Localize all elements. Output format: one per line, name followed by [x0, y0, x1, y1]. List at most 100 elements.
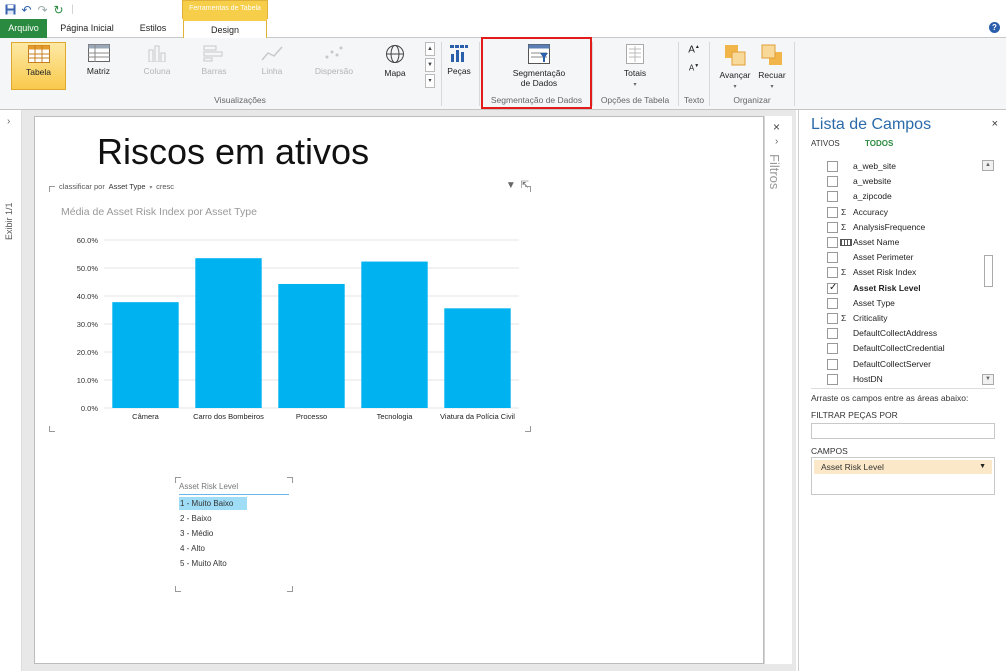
report-canvas[interactable]: Riscos em ativos classificar por Asset T…	[34, 116, 764, 664]
field-checkbox[interactable]	[827, 358, 838, 370]
field-checkbox[interactable]	[827, 176, 838, 188]
filters-pane-collapsed[interactable]: × › Filtros	[764, 116, 792, 664]
field-name[interactable]: Asset Type	[853, 296, 895, 311]
group-separator	[709, 42, 710, 106]
tab-active-fields[interactable]: ATIVOS	[811, 139, 840, 148]
line-chart-button[interactable]: Linha	[246, 42, 298, 90]
field-name[interactable]: DefaultCollectServer	[853, 357, 931, 372]
gallery-up-arrow[interactable]: ▲	[425, 42, 435, 56]
y-tick-label: 0.0%	[81, 404, 98, 413]
view-page-label[interactable]: Exibir 1/1	[4, 202, 14, 240]
send-backward-button[interactable]: Recuar ▾	[754, 42, 790, 90]
bar-chart-button[interactable]: Barras	[188, 42, 240, 90]
field-checkbox[interactable]	[827, 161, 838, 172]
chevron-right-icon[interactable]: ›	[7, 116, 10, 127]
decrease-font-icon[interactable]: A▼	[684, 63, 704, 73]
tiles-button[interactable]: Peças	[444, 42, 474, 90]
scrollbar-thumb[interactable]	[984, 255, 993, 287]
slicer-item[interactable]: 3 - Médio	[179, 527, 213, 540]
dropdown-arrow-icon[interactable]: ▼	[979, 460, 986, 474]
gallery-down-arrow[interactable]: ▼	[425, 58, 435, 72]
tab-design[interactable]: Design	[183, 19, 267, 39]
report-title[interactable]: Riscos em ativos	[97, 131, 369, 173]
tab-styles[interactable]: Estilos	[128, 19, 178, 38]
field-checkbox[interactable]	[827, 191, 838, 203]
bar[interactable]	[195, 258, 262, 408]
line-chart-label: Linha	[261, 66, 283, 76]
matrix-button-label: Matriz	[86, 66, 111, 76]
matrix-button[interactable]: Matriz	[71, 42, 126, 90]
column-chart-visual[interactable]: classificar por Asset Type ▾ cresc ▼ ⇱ M…	[49, 180, 531, 432]
slicer-divider	[179, 494, 289, 495]
bar[interactable]	[361, 261, 428, 408]
undo-icon[interactable]: ↶	[20, 3, 33, 16]
field-name[interactable]: DefaultCollectAddress	[853, 326, 937, 341]
refresh-icon[interactable]: ↻	[52, 3, 65, 16]
field-name[interactable]: Asset Name	[853, 235, 899, 250]
scatter-chart-button[interactable]: Dispersão	[304, 42, 364, 90]
send-backward-label: Recuar	[758, 70, 786, 80]
field-name[interactable]: a_website	[853, 174, 891, 189]
field-name[interactable]: DefaultCollectCredential	[853, 341, 945, 356]
chevron-right-icon[interactable]: ›	[775, 136, 778, 147]
divider	[811, 388, 995, 389]
field-checkbox[interactable]	[827, 267, 838, 279]
tab-home[interactable]: Página Inicial	[52, 19, 122, 38]
column-chart-button[interactable]: Coluna	[131, 42, 183, 90]
report-canvas-area: Riscos em ativos classificar por Asset T…	[22, 110, 796, 671]
slicer-visual[interactable]: Asset Risk Level 1 - Muito Baixo 2 - Bai…	[175, 477, 293, 592]
field-checkbox[interactable]	[827, 282, 838, 294]
increase-font-icon[interactable]: A▲	[684, 44, 704, 55]
field-name[interactable]: HostDN	[853, 372, 883, 387]
field-name[interactable]: Asset Risk Level	[853, 281, 921, 296]
gallery-more-arrow[interactable]: ▾	[425, 74, 435, 88]
save-icon[interactable]	[4, 3, 17, 16]
map-button[interactable]: Mapa	[369, 42, 421, 90]
send-backward-dropdown-icon: ▾	[770, 84, 774, 90]
help-icon[interactable]: ?	[989, 22, 1000, 33]
field-checkbox[interactable]	[827, 221, 838, 233]
field-name[interactable]: Accuracy	[853, 205, 888, 220]
field-chip[interactable]: Asset Risk Level ▼	[814, 460, 992, 474]
tab-all-fields[interactable]: TODOS	[865, 139, 893, 148]
globe-icon	[386, 45, 404, 63]
bring-forward-button[interactable]: Avançar ▾	[716, 42, 754, 90]
slicer-item[interactable]: 1 - Muito Baixo	[179, 497, 247, 510]
bar[interactable]	[444, 308, 511, 408]
filter-tiles-drop-zone[interactable]	[811, 423, 995, 439]
scroll-up-arrow[interactable]: ▲	[982, 160, 994, 171]
close-icon[interactable]: ×	[773, 120, 780, 134]
totals-button[interactable]: Totais ▾	[612, 42, 658, 90]
frame-corner	[175, 586, 181, 592]
bring-forward-icon	[725, 45, 746, 66]
field-checkbox[interactable]	[827, 328, 838, 340]
table-button[interactable]: Tabela	[11, 42, 66, 90]
slicer-item[interactable]: 2 - Baixo	[179, 512, 212, 525]
field-name[interactable]: Criticality	[853, 311, 887, 326]
filters-label[interactable]: Filtros	[767, 154, 782, 189]
field-checkbox[interactable]	[827, 206, 838, 218]
field-checkbox[interactable]	[827, 252, 838, 264]
slicer-item[interactable]: 5 - Muito Alto	[179, 557, 227, 570]
field-checkbox[interactable]	[827, 237, 838, 248]
scroll-down-arrow[interactable]: ▼	[982, 374, 994, 385]
tab-file[interactable]: Arquivo	[0, 19, 47, 38]
ribbon-tab-row: Arquivo Página Inicial Estilos Design	[0, 19, 1006, 39]
redo-icon[interactable]: ↷	[36, 3, 49, 16]
field-checkbox[interactable]	[827, 373, 838, 385]
close-icon[interactable]: ×	[992, 118, 998, 130]
bar[interactable]	[112, 302, 179, 408]
drag-hint: Arraste os campos entre as áreas abaixo:	[811, 393, 969, 403]
field-name[interactable]: AnalysisFrequence	[853, 220, 925, 235]
field-checkbox[interactable]	[827, 297, 838, 309]
slicer-item[interactable]: 4 - Alto	[179, 542, 205, 555]
field-name[interactable]: a_zipcode	[853, 189, 892, 204]
field-checkbox[interactable]	[827, 313, 838, 324]
field-name[interactable]: a_web_site	[853, 159, 896, 174]
field-name[interactable]: Asset Perimeter	[853, 250, 913, 265]
field-name[interactable]: Asset Risk Index	[853, 265, 916, 280]
field-checkbox[interactable]	[827, 343, 838, 355]
fields-drop-zone[interactable]: Asset Risk Level ▼	[811, 457, 995, 495]
totals-button-label: Totais	[623, 68, 647, 78]
bar[interactable]	[278, 283, 345, 408]
